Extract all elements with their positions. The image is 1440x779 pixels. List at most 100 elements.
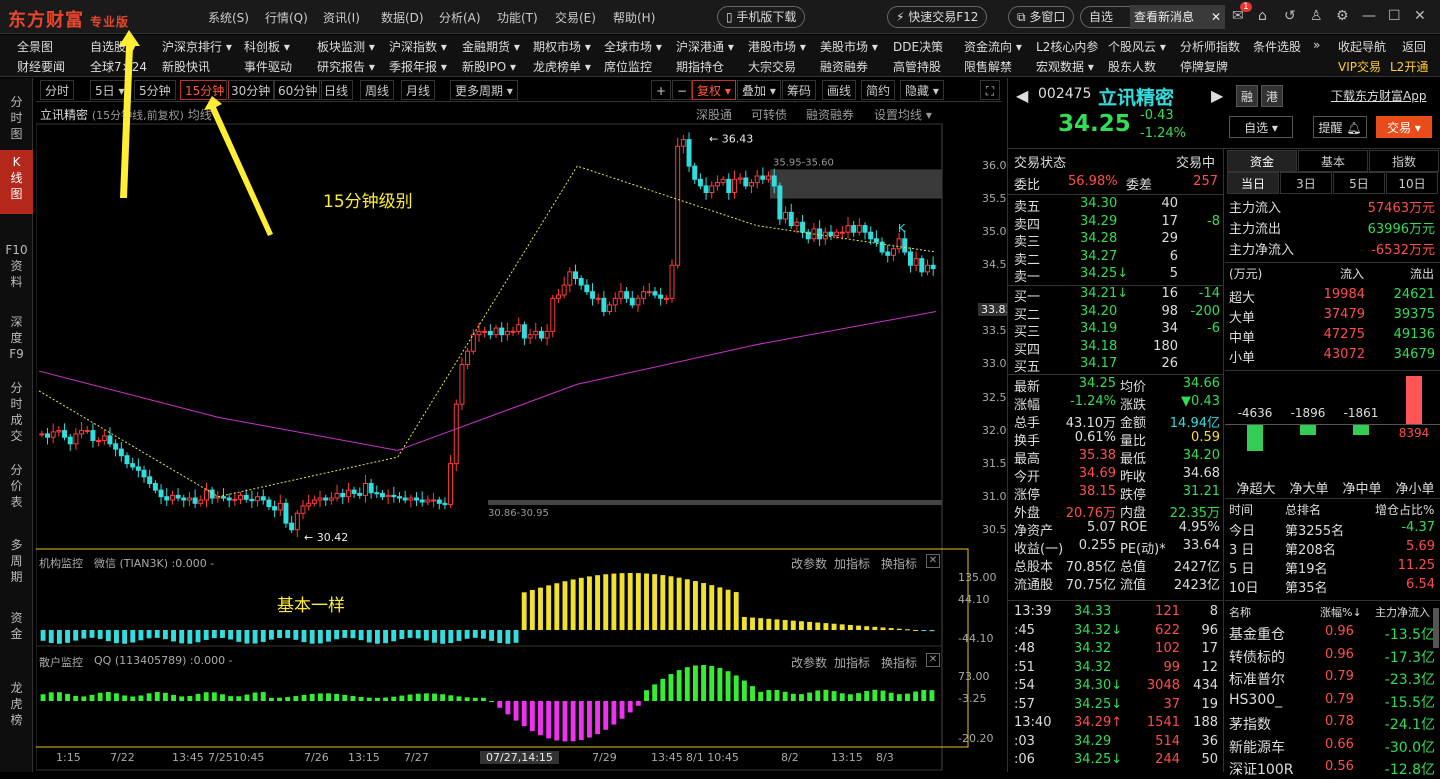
chart-tool-button[interactable]: 隐藏 ▾ bbox=[900, 80, 944, 100]
chart-tool-button[interactable]: 画线 bbox=[822, 80, 857, 100]
kline-chart-area[interactable]: 立讯精密 (15分钟线,前复权) 均线 深股通 可转债 融资融券 设置均线 ▾ ← 3… bbox=[36, 103, 1016, 772]
menu-item[interactable]: 港股市场 ▾ bbox=[748, 38, 806, 55]
close-window-icon[interactable]: ✕ bbox=[1414, 8, 1426, 24]
new-message-banner[interactable]: 查看新消息 ✕ bbox=[1130, 5, 1225, 29]
left-nav-item[interactable]: 深 度 F9 bbox=[0, 310, 33, 361]
left-nav-item[interactable]: 分 价 表 bbox=[0, 458, 33, 518]
prev-stock-icon[interactable]: ◀ bbox=[1016, 86, 1028, 105]
sector-name[interactable]: 茅指数 bbox=[1229, 714, 1271, 734]
chart-tool-button[interactable]: 叠加 ▾ bbox=[737, 80, 781, 100]
menu-item[interactable]: 资金流向 ▾ bbox=[964, 38, 1022, 55]
chart-tool-button[interactable]: 复权 ▾ bbox=[692, 80, 736, 100]
fund-tab[interactable]: 基本 bbox=[1298, 150, 1368, 172]
top-menu-item[interactable]: 资讯(I) bbox=[323, 9, 360, 26]
period-tab[interactable]: 60分钟 bbox=[273, 80, 323, 100]
menu-item[interactable]: 新股IPO ▾ bbox=[462, 58, 516, 75]
period-tab[interactable]: 月线 bbox=[401, 80, 436, 100]
shirt-icon[interactable]: ♙ bbox=[1310, 8, 1323, 24]
close-icon[interactable]: ✕ bbox=[1211, 5, 1221, 29]
menu-item[interactable]: 个股风云 ▾ bbox=[1108, 38, 1166, 55]
menu-item[interactable]: 停牌复牌 bbox=[1180, 58, 1228, 75]
close-icon[interactable]: ✕ bbox=[926, 653, 940, 667]
period-tab[interactable]: 更多周期 ▾ bbox=[450, 80, 518, 100]
menu-item[interactable]: 席位监控 bbox=[604, 58, 652, 75]
chart-tool-button[interactable]: − bbox=[672, 80, 693, 100]
menu-item[interactable]: 财经要闻 bbox=[17, 58, 65, 75]
menu-item[interactable]: » bbox=[1313, 38, 1320, 52]
trade-button[interactable]: 交易 ▾ bbox=[1376, 116, 1432, 138]
add-watchlist-button[interactable]: 自选 ▾ bbox=[1229, 116, 1293, 138]
top-menu-item[interactable]: 帮助(H) bbox=[613, 9, 655, 26]
left-nav-item[interactable]: K 线 图 bbox=[0, 150, 33, 214]
left-nav-item[interactable]: F10 资 料 bbox=[0, 238, 33, 290]
fund-tab[interactable]: 资金 bbox=[1227, 150, 1297, 172]
maximize-icon[interactable]: ☐ bbox=[1388, 8, 1401, 24]
mobile-download-button[interactable]: ▯ 手机版下载 bbox=[717, 6, 806, 28]
indicator-link[interactable]: 改参数 bbox=[791, 555, 827, 572]
multi-window-button[interactable]: ⧉ 多窗口 bbox=[1008, 6, 1075, 28]
menu-item[interactable]: 美股市场 ▾ bbox=[820, 38, 878, 55]
sector-header[interactable]: 主力净流入 bbox=[1375, 604, 1430, 620]
menu-item[interactable]: 分析师指数 bbox=[1180, 38, 1240, 55]
next-stock-icon[interactable]: ▶ bbox=[1211, 86, 1223, 105]
menu-item[interactable]: L2核心内参 bbox=[1036, 38, 1098, 55]
top-menu-item[interactable]: 功能(T) bbox=[497, 9, 538, 26]
period-tab[interactable]: 15分钟 bbox=[180, 80, 230, 100]
download-app-link[interactable]: 下载东方财富App bbox=[1331, 87, 1426, 104]
menu-item[interactable]: 收起导航 bbox=[1338, 38, 1386, 55]
candlestick-chart[interactable]: ← 36.43 ← 30.42 35.95-35.60 30.86-30.95 K bbox=[36, 103, 1002, 772]
period-tab[interactable]: 日线 bbox=[319, 80, 354, 100]
fund-tab[interactable]: 指数 bbox=[1369, 150, 1439, 172]
left-nav-item[interactable]: 分 时 成 交 bbox=[0, 376, 33, 444]
top-menu-item[interactable]: 数据(D) bbox=[381, 9, 424, 26]
day-tab[interactable]: 5日 bbox=[1333, 172, 1385, 194]
hk-connect-button[interactable]: 港 bbox=[1261, 85, 1283, 107]
menu-item[interactable]: 沪深港通 ▾ bbox=[676, 38, 734, 55]
menu-item[interactable]: 全景图 bbox=[17, 38, 53, 55]
day-tab[interactable]: 当日 bbox=[1227, 172, 1279, 194]
close-icon[interactable]: ✕ bbox=[926, 554, 940, 568]
sector-name[interactable]: 新能源车 bbox=[1229, 737, 1285, 757]
menu-item[interactable]: 全球7×24 bbox=[90, 58, 147, 75]
chart-tool-button[interactable]: 简约 bbox=[861, 80, 896, 100]
period-tab[interactable]: 分时 bbox=[40, 80, 75, 100]
sector-name[interactable]: 深证100R bbox=[1229, 759, 1293, 779]
menu-item[interactable]: 沪深指数 ▾ bbox=[389, 38, 447, 55]
indicator-link[interactable]: 加指标 bbox=[834, 654, 870, 671]
sector-name[interactable]: 标准普尔 bbox=[1229, 669, 1285, 689]
scrollbar[interactable] bbox=[1433, 608, 1439, 648]
menu-item[interactable]: 大宗交易 bbox=[748, 58, 796, 75]
left-nav-item[interactable]: 多 周 期 bbox=[0, 533, 33, 599]
menu-item[interactable]: 限售解禁 bbox=[964, 58, 1012, 75]
app-logo[interactable]: 东方财富 专业版 bbox=[8, 6, 129, 32]
menu-item[interactable]: 沪深京排行 ▾ bbox=[162, 38, 232, 55]
menu-item[interactable]: 宏观数据 ▾ bbox=[1036, 58, 1094, 75]
indicator-link[interactable]: 改参数 bbox=[791, 654, 827, 671]
menu-item[interactable]: 金融期货 ▾ bbox=[462, 38, 520, 55]
left-nav-item[interactable]: 龙 虎 榜 bbox=[0, 676, 33, 732]
menu-item[interactable]: 条件选股 bbox=[1253, 38, 1301, 55]
menu-item[interactable]: 新股快讯 bbox=[162, 58, 210, 75]
menu-item[interactable]: 季报年报 ▾ bbox=[389, 58, 447, 75]
menu-item[interactable]: 股东人数 bbox=[1108, 58, 1156, 75]
indicator-link[interactable]: 加指标 bbox=[834, 555, 870, 572]
menu-item[interactable]: 高管持股 bbox=[893, 58, 941, 75]
home-icon[interactable]: ⌂ bbox=[1258, 8, 1267, 24]
left-nav-item[interactable]: 资 金 bbox=[0, 606, 33, 656]
left-nav-item[interactable]: 分 时 图 bbox=[0, 90, 33, 142]
margin-button[interactable]: 融 bbox=[1236, 85, 1258, 107]
fullscreen-icon[interactable]: ⛶ bbox=[980, 80, 1000, 100]
menu-item[interactable]: VIP交易 bbox=[1338, 58, 1381, 75]
menu-item[interactable]: 板块监测 ▾ bbox=[317, 38, 375, 55]
menu-item[interactable]: 事件驱动 bbox=[244, 58, 292, 75]
top-menu-item[interactable]: 交易(E) bbox=[555, 9, 596, 26]
indicator-link[interactable]: 换指标 bbox=[881, 654, 917, 671]
day-tab[interactable]: 3日 bbox=[1280, 172, 1332, 194]
menu-item[interactable]: 研究报告 ▾ bbox=[317, 58, 375, 75]
chart-tool-button[interactable]: 筹码 bbox=[782, 80, 817, 100]
menu-item[interactable]: 融资融券 bbox=[820, 58, 868, 75]
menu-item[interactable]: 期指持仓 bbox=[676, 58, 724, 75]
period-tab[interactable]: 5日 ▾ bbox=[90, 80, 130, 100]
period-tab[interactable]: 30分钟 bbox=[226, 80, 276, 100]
menu-item[interactable]: 返回 bbox=[1402, 38, 1426, 55]
